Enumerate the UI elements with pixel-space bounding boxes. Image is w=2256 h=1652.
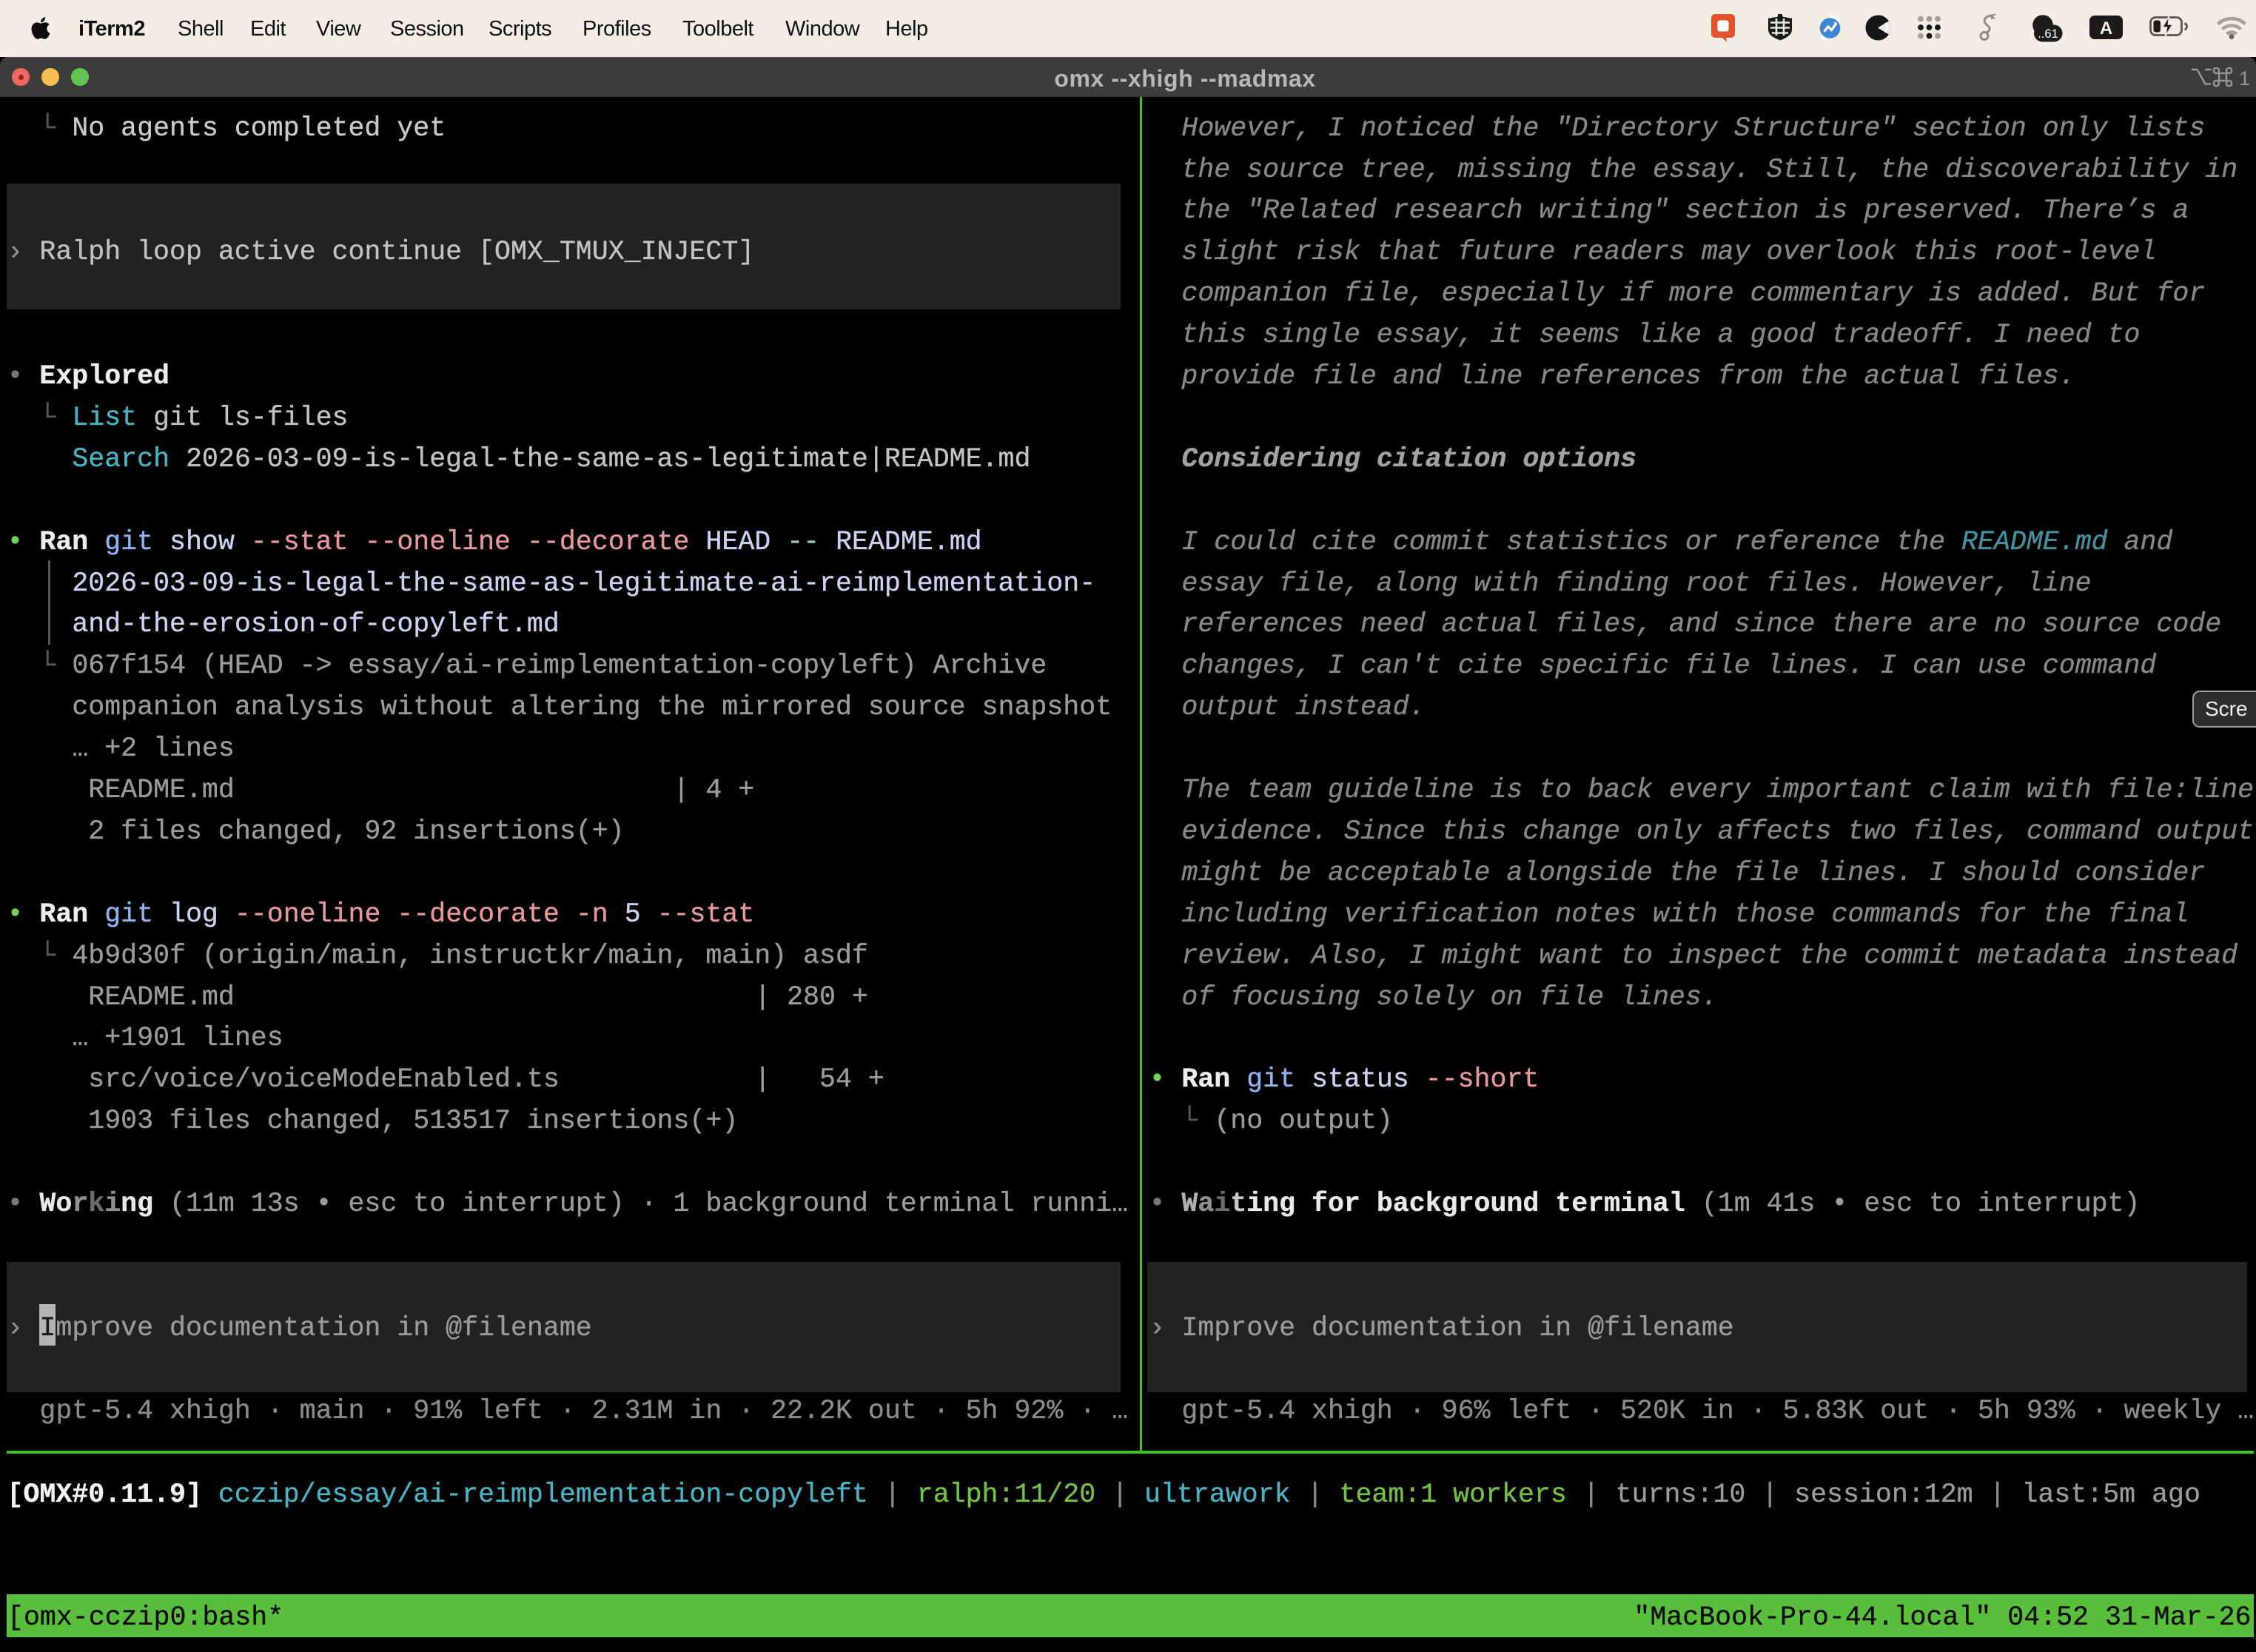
svg-text:..61: ..61 (2038, 27, 2058, 41)
svg-text:A: A (2100, 19, 2112, 38)
svg-text:1: 1 (2239, 67, 2250, 88)
